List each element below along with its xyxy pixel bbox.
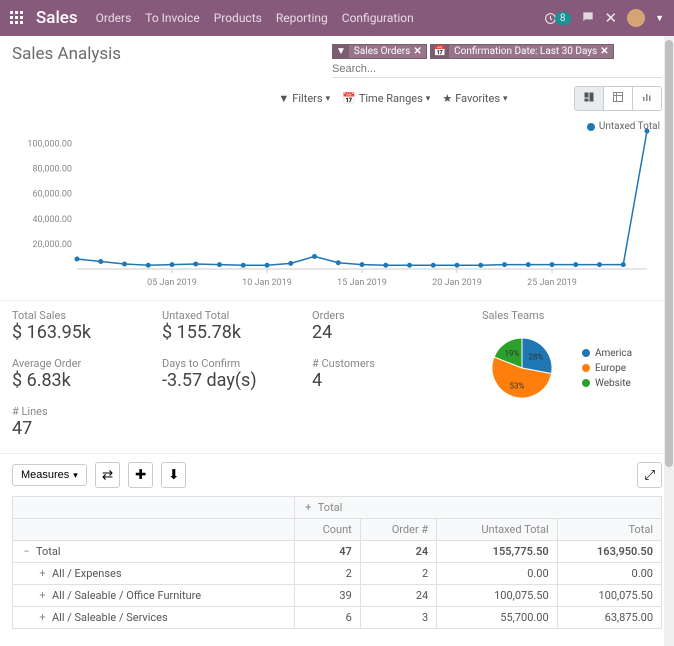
download-button[interactable]: ⬇ [161,462,186,488]
filter-controls: ▼ Filters ▾ 📅 Time Ranges ▾ ★ Favorites … [0,82,674,119]
graph-view-button[interactable] [633,87,661,110]
col-total[interactable]: Total [557,519,661,541]
svg-text:25 Jan 2019: 25 Jan 2019 [527,278,577,288]
page-header: Sales Analysis ▼ Sales Orders ✕ 📅 Confir… [0,36,674,82]
col-count[interactable]: Count [294,519,360,541]
expand-row-icon[interactable]: + [37,567,48,580]
pivot-view-button[interactable] [604,87,633,110]
page-title: Sales Analysis [12,44,121,64]
close-icon[interactable]: ✕ [605,9,618,27]
expand-row-icon[interactable]: + [37,589,48,602]
kpi-customers: # Customers4 [312,357,462,391]
chart-legend: Untaxed Total [587,121,660,132]
expand-row-icon[interactable]: + [37,611,48,624]
activity-badge: 8 [555,12,571,25]
filter-icon: ▼ [333,45,349,58]
sales-teams-pie-chart[interactable]: 28% 53% 19% [482,328,562,408]
svg-text:20 Jan 2019: 20 Jan 2019 [432,278,482,288]
search-input[interactable] [332,61,662,78]
filters-dropdown[interactable]: ▼ Filters ▾ [278,92,330,105]
svg-text:19%: 19% [504,349,519,358]
fullscreen-button[interactable]: ⤢ [637,462,662,488]
dashboard-view-button[interactable] [575,87,604,110]
kpi-days-to-confirm: Days to Confirm-3.57 day(s) [162,357,312,391]
kpi-orders: Orders24 [312,309,462,343]
svg-text:15 Jan 2019: 15 Jan 2019 [337,278,387,288]
nav-configuration[interactable]: Configuration [342,11,414,25]
calendar-icon: 📅 [431,45,449,58]
svg-text:20,000.00: 20,000.00 [32,240,72,250]
nav-orders[interactable]: Orders [96,11,132,25]
nav-reporting[interactable]: Reporting [276,11,328,25]
kpi-section: Total Sales$ 163.95k Average Order$ 6.83… [0,301,674,454]
nav-menu: Orders To Invoice Products Reporting Con… [96,11,414,25]
kpi-total-sales: Total Sales$ 163.95k [12,309,162,343]
measures-button[interactable]: Measures ▾ [12,464,87,486]
facet-confirmation-date[interactable]: 📅 Confirmation Date: Last 30 Days ✕ [430,44,614,59]
facet-remove-icon[interactable]: ✕ [600,46,608,57]
svg-text:100,000.00: 100,000.00 [27,140,72,150]
pivot-table: +Total Count Order # Untaxed Total Total… [12,496,662,629]
messaging-icon[interactable] [581,10,595,27]
kpi-average-order: Average Order$ 6.83k [12,357,162,391]
facet-remove-icon[interactable]: ✕ [413,46,421,57]
expand-row-icon[interactable]: − [21,545,32,558]
search-area: ▼ Sales Orders ✕ 📅 Confirmation Date: La… [332,44,662,78]
expand-col-icon[interactable]: + [303,501,314,514]
brand-title[interactable]: Sales [36,8,78,28]
untaxed-total-line-chart[interactable]: 20,000.00 40,000.00 60,000.00 80,000.00 100,… [12,119,662,289]
main-navbar: Sales Orders To Invoice Products Reporti… [0,0,674,36]
table-row: −Total4724155,775.50163,950.50 [13,541,662,563]
scrollbar[interactable] [664,36,674,646]
kpi-untaxed-total: Untaxed Total$ 155.78k [162,309,312,343]
svg-text:53%: 53% [510,381,525,390]
nav-products[interactable]: Products [214,11,262,25]
col-order-num[interactable]: Order # [360,519,436,541]
nav-to-invoice[interactable]: To Invoice [145,11,199,25]
svg-text:60,000.00: 60,000.00 [32,190,72,200]
svg-text:05 Jan 2019: 05 Jan 2019 [147,278,197,288]
sales-teams-section: Sales Teams 28%53%19% America Europe Web… [462,309,662,439]
svg-text:40,000.00: 40,000.00 [32,215,72,225]
pie-legend: America Europe Website [582,348,632,389]
flip-axis-button[interactable]: ⇄ [95,462,120,488]
activity-icon[interactable]: 8 [544,12,571,25]
expand-all-button[interactable]: ✚ [128,462,153,488]
svg-text:28%: 28% [528,353,543,362]
kpi-lines: # Lines47 [12,405,162,439]
table-row: +All / Saleable / Office Furniture392410… [13,585,662,607]
svg-text:80,000.00: 80,000.00 [32,165,72,175]
col-untaxed-total[interactable]: Untaxed Total [437,519,557,541]
avatar[interactable] [627,9,645,27]
time-ranges-dropdown[interactable]: 📅 Time Ranges ▾ [342,92,430,105]
legend-dot-icon [587,123,595,131]
table-row: +All / Expenses220.000.00 [13,563,662,585]
line-chart-section: Untaxed Total 20,000.00 40,000.00 60,000.0… [0,119,674,301]
view-switcher [574,86,662,111]
user-caret-icon[interactable]: ▼ [655,13,664,24]
favorites-dropdown[interactable]: ★ Favorites ▾ [442,92,507,105]
apps-icon[interactable] [10,11,24,25]
svg-text:10 Jan 2019: 10 Jan 2019 [242,278,292,288]
table-row: +All / Saleable / Services6355,700.0063,… [13,607,662,629]
pivot-controls: Measures ▾ ⇄ ✚ ⬇ ⤢ [0,454,674,496]
facet-sales-orders[interactable]: ▼ Sales Orders ✕ [332,44,427,59]
